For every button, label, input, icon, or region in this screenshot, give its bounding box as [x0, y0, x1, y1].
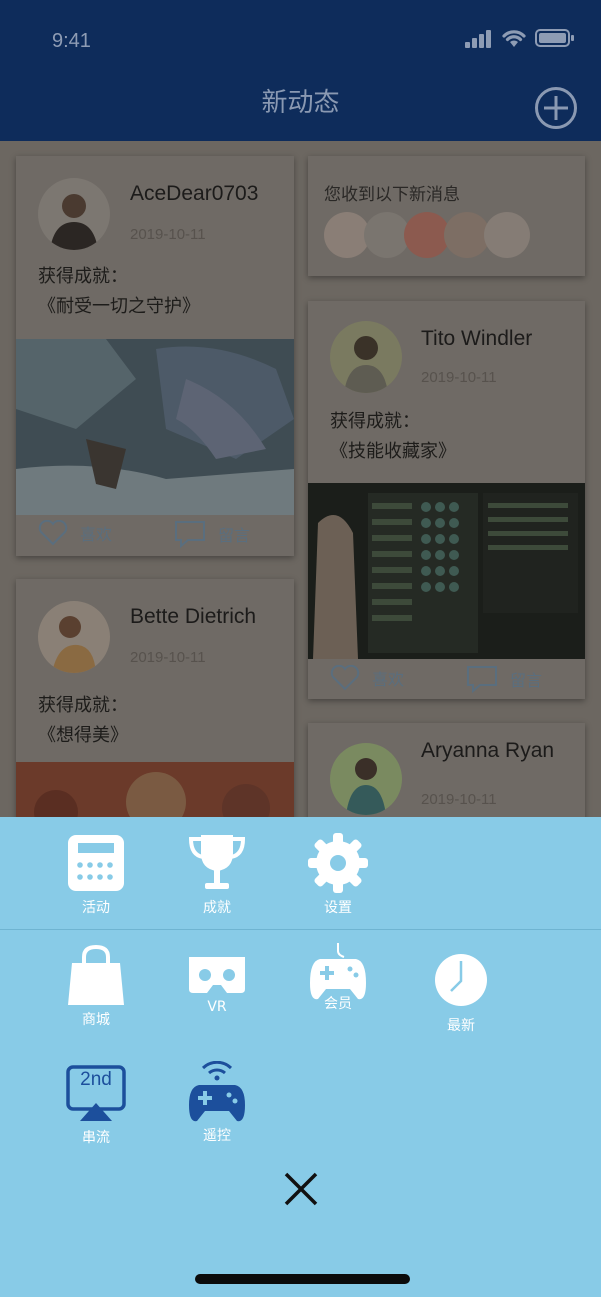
post-card[interactable]: Aryanna Ryan 2019-10-11 — [308, 723, 585, 817]
comment-button[interactable]: 留言 — [466, 665, 542, 693]
comment-icon — [175, 521, 205, 548]
like-label: 喜欢 — [80, 525, 113, 544]
wifi-icon — [502, 30, 526, 47]
post-date: 2019-10-11 — [421, 791, 497, 808]
achievement-name: 《耐受一切之守护》 — [38, 296, 200, 317]
calendar-icon — [68, 835, 124, 891]
post-card[interactable]: AceDear0703 2019-10-11 获得成就： 《耐受一切之守护》 喜… — [16, 156, 294, 556]
home-indicator[interactable] — [195, 1274, 410, 1284]
notification-avatars — [324, 212, 530, 258]
menu-item-label: 设置 — [324, 900, 352, 916]
nav-bar: 新动态 — [0, 80, 601, 141]
post-username[interactable]: Tito Windler — [421, 327, 532, 351]
comment-button[interactable]: 留言 — [174, 520, 250, 548]
heart-icon — [330, 665, 360, 691]
post-username[interactable]: AceDear0703 — [130, 182, 258, 206]
add-post-button[interactable] — [534, 86, 578, 130]
close-menu-button[interactable] — [281, 1169, 321, 1209]
status-icons — [465, 28, 575, 48]
battery-icon — [535, 29, 574, 47]
trophy-icon — [188, 835, 246, 889]
heart-icon — [38, 520, 68, 546]
menu-item-remote[interactable]: 遥控 — [172, 1061, 262, 1145]
second-screen-badge: 2nd — [80, 1069, 112, 1090]
bottom-menu-panel: 活动 成就 设置 商城 VR 会员 最新 2nd 串流 遥控 — [0, 817, 601, 1297]
avatar[interactable] — [38, 601, 110, 673]
post-username[interactable]: Bette Dietrich — [130, 605, 256, 629]
menu-item-vr[interactable]: VR — [172, 953, 262, 1015]
achievement-label: 获得成就： — [38, 695, 128, 716]
post-date: 2019-10-11 — [130, 226, 206, 243]
page-title: 新动态 — [261, 88, 340, 118]
wireless-gamepad-icon — [189, 1061, 245, 1122]
like-button[interactable]: 喜欢 — [38, 520, 112, 546]
comment-label: 留言 — [218, 526, 251, 545]
post-image[interactable] — [16, 339, 294, 515]
post-card[interactable]: Tito Windler 2019-10-11 获得成就： 《技能收藏家》 喜欢… — [308, 301, 585, 699]
menu-item-label: 成就 — [203, 900, 231, 916]
post-date: 2019-10-11 — [421, 369, 497, 386]
menu-item-label: 最新 — [447, 1018, 475, 1034]
post-image[interactable] — [308, 483, 585, 659]
post-date: 2019-10-11 — [130, 649, 206, 666]
menu-item-activity[interactable]: 活动 — [51, 833, 141, 917]
menu-item-streaming[interactable]: 2nd 串流 — [51, 1065, 141, 1147]
notification-title: 您收到以下新消息 — [324, 185, 460, 205]
status-time: 9:41 — [52, 30, 91, 52]
avatar[interactable] — [330, 321, 402, 393]
menu-item-store[interactable]: 商城 — [51, 945, 141, 1029]
menu-item-label: VR — [207, 999, 227, 1015]
achievement-label: 获得成就： — [38, 266, 128, 287]
menu-item-achievements[interactable]: 成就 — [172, 833, 262, 917]
avatar[interactable] — [38, 178, 110, 250]
menu-item-label: 串流 — [82, 1130, 110, 1146]
menu-item-membership[interactable]: 会员 — [293, 943, 383, 1013]
post-image[interactable] — [16, 762, 294, 817]
avatar[interactable] — [330, 743, 402, 815]
post-card[interactable]: Bette Dietrich 2019-10-11 获得成就： 《想得美》 — [16, 579, 294, 817]
like-button[interactable]: 喜欢 — [330, 665, 404, 691]
gear-icon — [308, 833, 368, 893]
menu-item-label: 遥控 — [203, 1128, 231, 1144]
menu-item-latest[interactable]: 最新 — [416, 953, 506, 1035]
feed: AceDear0703 2019-10-11 获得成就： 《耐受一切之守护》 喜… — [0, 141, 601, 817]
notification-card[interactable]: 您收到以下新消息 — [308, 156, 585, 276]
signal-icon — [465, 30, 491, 48]
like-label: 喜欢 — [372, 670, 405, 689]
post-username[interactable]: Aryanna Ryan — [421, 739, 554, 763]
status-bar: 9:41 — [0, 0, 601, 80]
achievement-name: 《技能收藏家》 — [330, 441, 456, 462]
avatar[interactable] — [484, 212, 530, 258]
menu-item-label: 会员 — [324, 996, 352, 1012]
menu-item-settings[interactable]: 设置 — [293, 833, 383, 917]
comment-icon — [467, 666, 497, 693]
menu-item-label: 活动 — [82, 900, 110, 916]
second-screen-icon: 2nd — [66, 1065, 126, 1123]
clock-icon — [435, 954, 487, 1006]
menu-item-label: 商城 — [82, 1012, 110, 1028]
menu-divider — [0, 929, 601, 930]
shopping-bag-icon — [68, 945, 124, 1005]
achievement-name: 《想得美》 — [38, 725, 128, 746]
achievement-label: 获得成就： — [330, 411, 420, 432]
comment-label: 留言 — [510, 671, 543, 690]
